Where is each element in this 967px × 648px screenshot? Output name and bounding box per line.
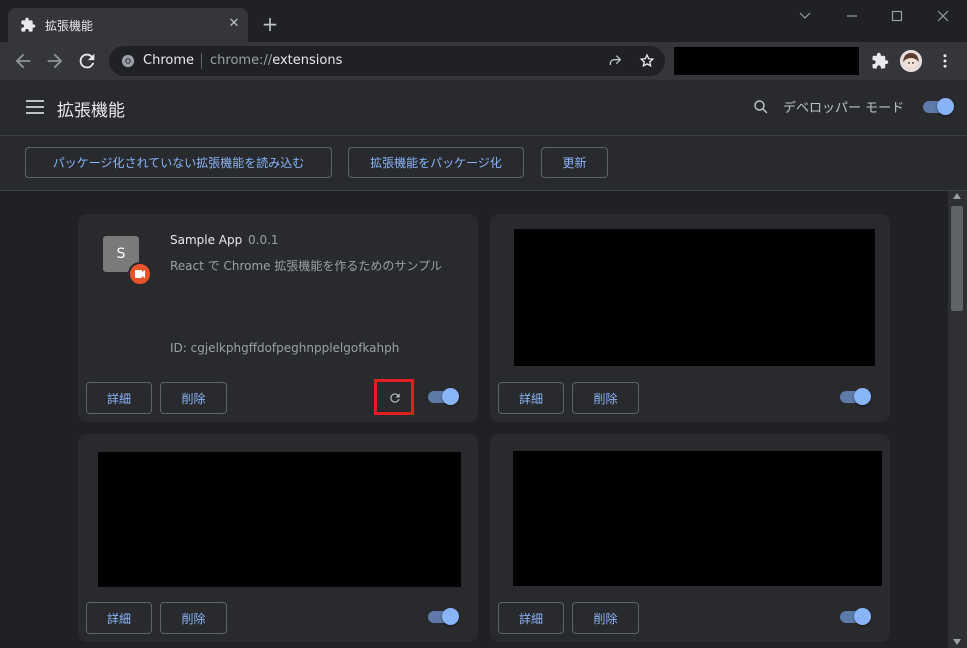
redacted-region bbox=[674, 47, 859, 75]
forward-arrow-icon[interactable] bbox=[44, 50, 66, 72]
extension-enable-toggle[interactable] bbox=[428, 608, 459, 625]
page-title: 拡張機能 bbox=[57, 101, 125, 121]
unpacked-badge-icon bbox=[128, 262, 152, 286]
pack-extension-button[interactable]: 拡張機能をパッケージ化 bbox=[348, 147, 524, 178]
extension-card-2: 詳細 削除 bbox=[490, 214, 890, 422]
extensions-content: S Sample App 0.0.1 React で Chrome 拡張機能を作… bbox=[0, 191, 948, 648]
reload-extension-icon[interactable] bbox=[388, 391, 402, 405]
extension-description: React で Chrome 拡張機能を作るためのサンプル bbox=[170, 259, 442, 273]
new-tab-button[interactable]: + bbox=[258, 14, 282, 38]
tab-title: 拡張機能 bbox=[45, 19, 94, 33]
back-arrow-icon[interactable] bbox=[12, 50, 34, 72]
extension-name: Sample App bbox=[170, 233, 243, 247]
tab-search-icon[interactable] bbox=[793, 6, 817, 26]
omnibox-divider bbox=[201, 53, 202, 69]
remove-button[interactable]: 削除 bbox=[572, 382, 639, 414]
extension-card-4: 詳細 削除 bbox=[490, 434, 890, 642]
address-bar[interactable]: Chrome chrome://extensions bbox=[109, 46, 665, 76]
puzzle-icon bbox=[21, 17, 36, 32]
extension-card-3: 詳細 削除 bbox=[78, 434, 478, 642]
window-close-icon[interactable] bbox=[931, 6, 955, 26]
toggle-knob bbox=[854, 388, 871, 405]
bookmark-star-icon[interactable] bbox=[639, 53, 655, 69]
site-label: Chrome bbox=[143, 53, 194, 68]
hamburger-menu-icon[interactable] bbox=[26, 100, 44, 114]
scrollbar-thumb[interactable] bbox=[951, 206, 963, 311]
details-button[interactable]: 詳細 bbox=[498, 382, 564, 414]
url-prefix: chrome:// bbox=[210, 53, 273, 68]
search-icon[interactable] bbox=[752, 98, 770, 116]
reload-page-icon[interactable] bbox=[76, 50, 98, 72]
load-unpacked-button[interactable]: パッケージ化されていない拡張機能を読み込む bbox=[25, 147, 332, 178]
details-button[interactable]: 詳細 bbox=[86, 382, 152, 414]
title-bar: 拡張機能 ✕ + bbox=[0, 0, 967, 42]
toggle-knob bbox=[442, 608, 459, 625]
redacted-region bbox=[513, 451, 882, 586]
extension-id: ID: cgjelkphgffdofpeghnpplelgofkahph bbox=[170, 341, 400, 355]
avatar-image-icon bbox=[900, 50, 922, 72]
redacted-region bbox=[514, 229, 875, 366]
developer-mode-toggle[interactable] bbox=[923, 98, 954, 115]
menu-kebab-icon[interactable] bbox=[936, 52, 954, 70]
url-path: extensions bbox=[272, 53, 343, 68]
remove-button[interactable]: 削除 bbox=[572, 602, 639, 634]
remove-button[interactable]: 削除 bbox=[160, 382, 227, 414]
redacted-region bbox=[98, 452, 461, 587]
chrome-logo-icon bbox=[121, 54, 135, 68]
toggle-knob bbox=[442, 388, 459, 405]
maximize-icon[interactable] bbox=[885, 6, 909, 26]
scroll-down-arrow-icon[interactable] bbox=[953, 639, 961, 645]
extension-card-sample-app: S Sample App 0.0.1 React で Chrome 拡張機能を作… bbox=[78, 214, 478, 422]
toggle-knob bbox=[937, 98, 954, 115]
details-button[interactable]: 詳細 bbox=[86, 602, 152, 634]
tab-close-icon[interactable]: ✕ bbox=[226, 16, 242, 32]
tab-extensions[interactable]: 拡張機能 ✕ bbox=[8, 8, 248, 42]
developer-mode-label: デベロッパー モード bbox=[783, 101, 905, 116]
vertical-scrollbar[interactable] bbox=[948, 191, 967, 648]
share-icon[interactable] bbox=[607, 53, 623, 69]
browser-toolbar: Chrome chrome://extensions bbox=[0, 42, 967, 80]
developer-action-bar: パッケージ化されていない拡張機能を読み込む 拡張機能をパッケージ化 更新 bbox=[0, 136, 967, 191]
update-button[interactable]: 更新 bbox=[541, 147, 608, 178]
extension-enable-toggle[interactable] bbox=[840, 388, 871, 405]
scroll-up-arrow-icon[interactable] bbox=[953, 193, 961, 199]
url-text[interactable]: chrome://extensions bbox=[210, 53, 342, 68]
extension-version: 0.0.1 bbox=[248, 233, 279, 247]
remove-button[interactable]: 削除 bbox=[160, 602, 227, 634]
extension-enable-toggle[interactable] bbox=[428, 388, 459, 405]
extensions-puzzle-icon[interactable] bbox=[871, 52, 889, 70]
extensions-header: 拡張機能 デベロッパー モード bbox=[0, 80, 967, 136]
toggle-knob bbox=[854, 608, 871, 625]
profile-avatar[interactable] bbox=[900, 50, 922, 72]
minimize-icon[interactable] bbox=[840, 6, 864, 26]
extension-enable-toggle[interactable] bbox=[840, 608, 871, 625]
details-button[interactable]: 詳細 bbox=[498, 602, 564, 634]
reload-highlight-box[interactable] bbox=[374, 379, 414, 415]
